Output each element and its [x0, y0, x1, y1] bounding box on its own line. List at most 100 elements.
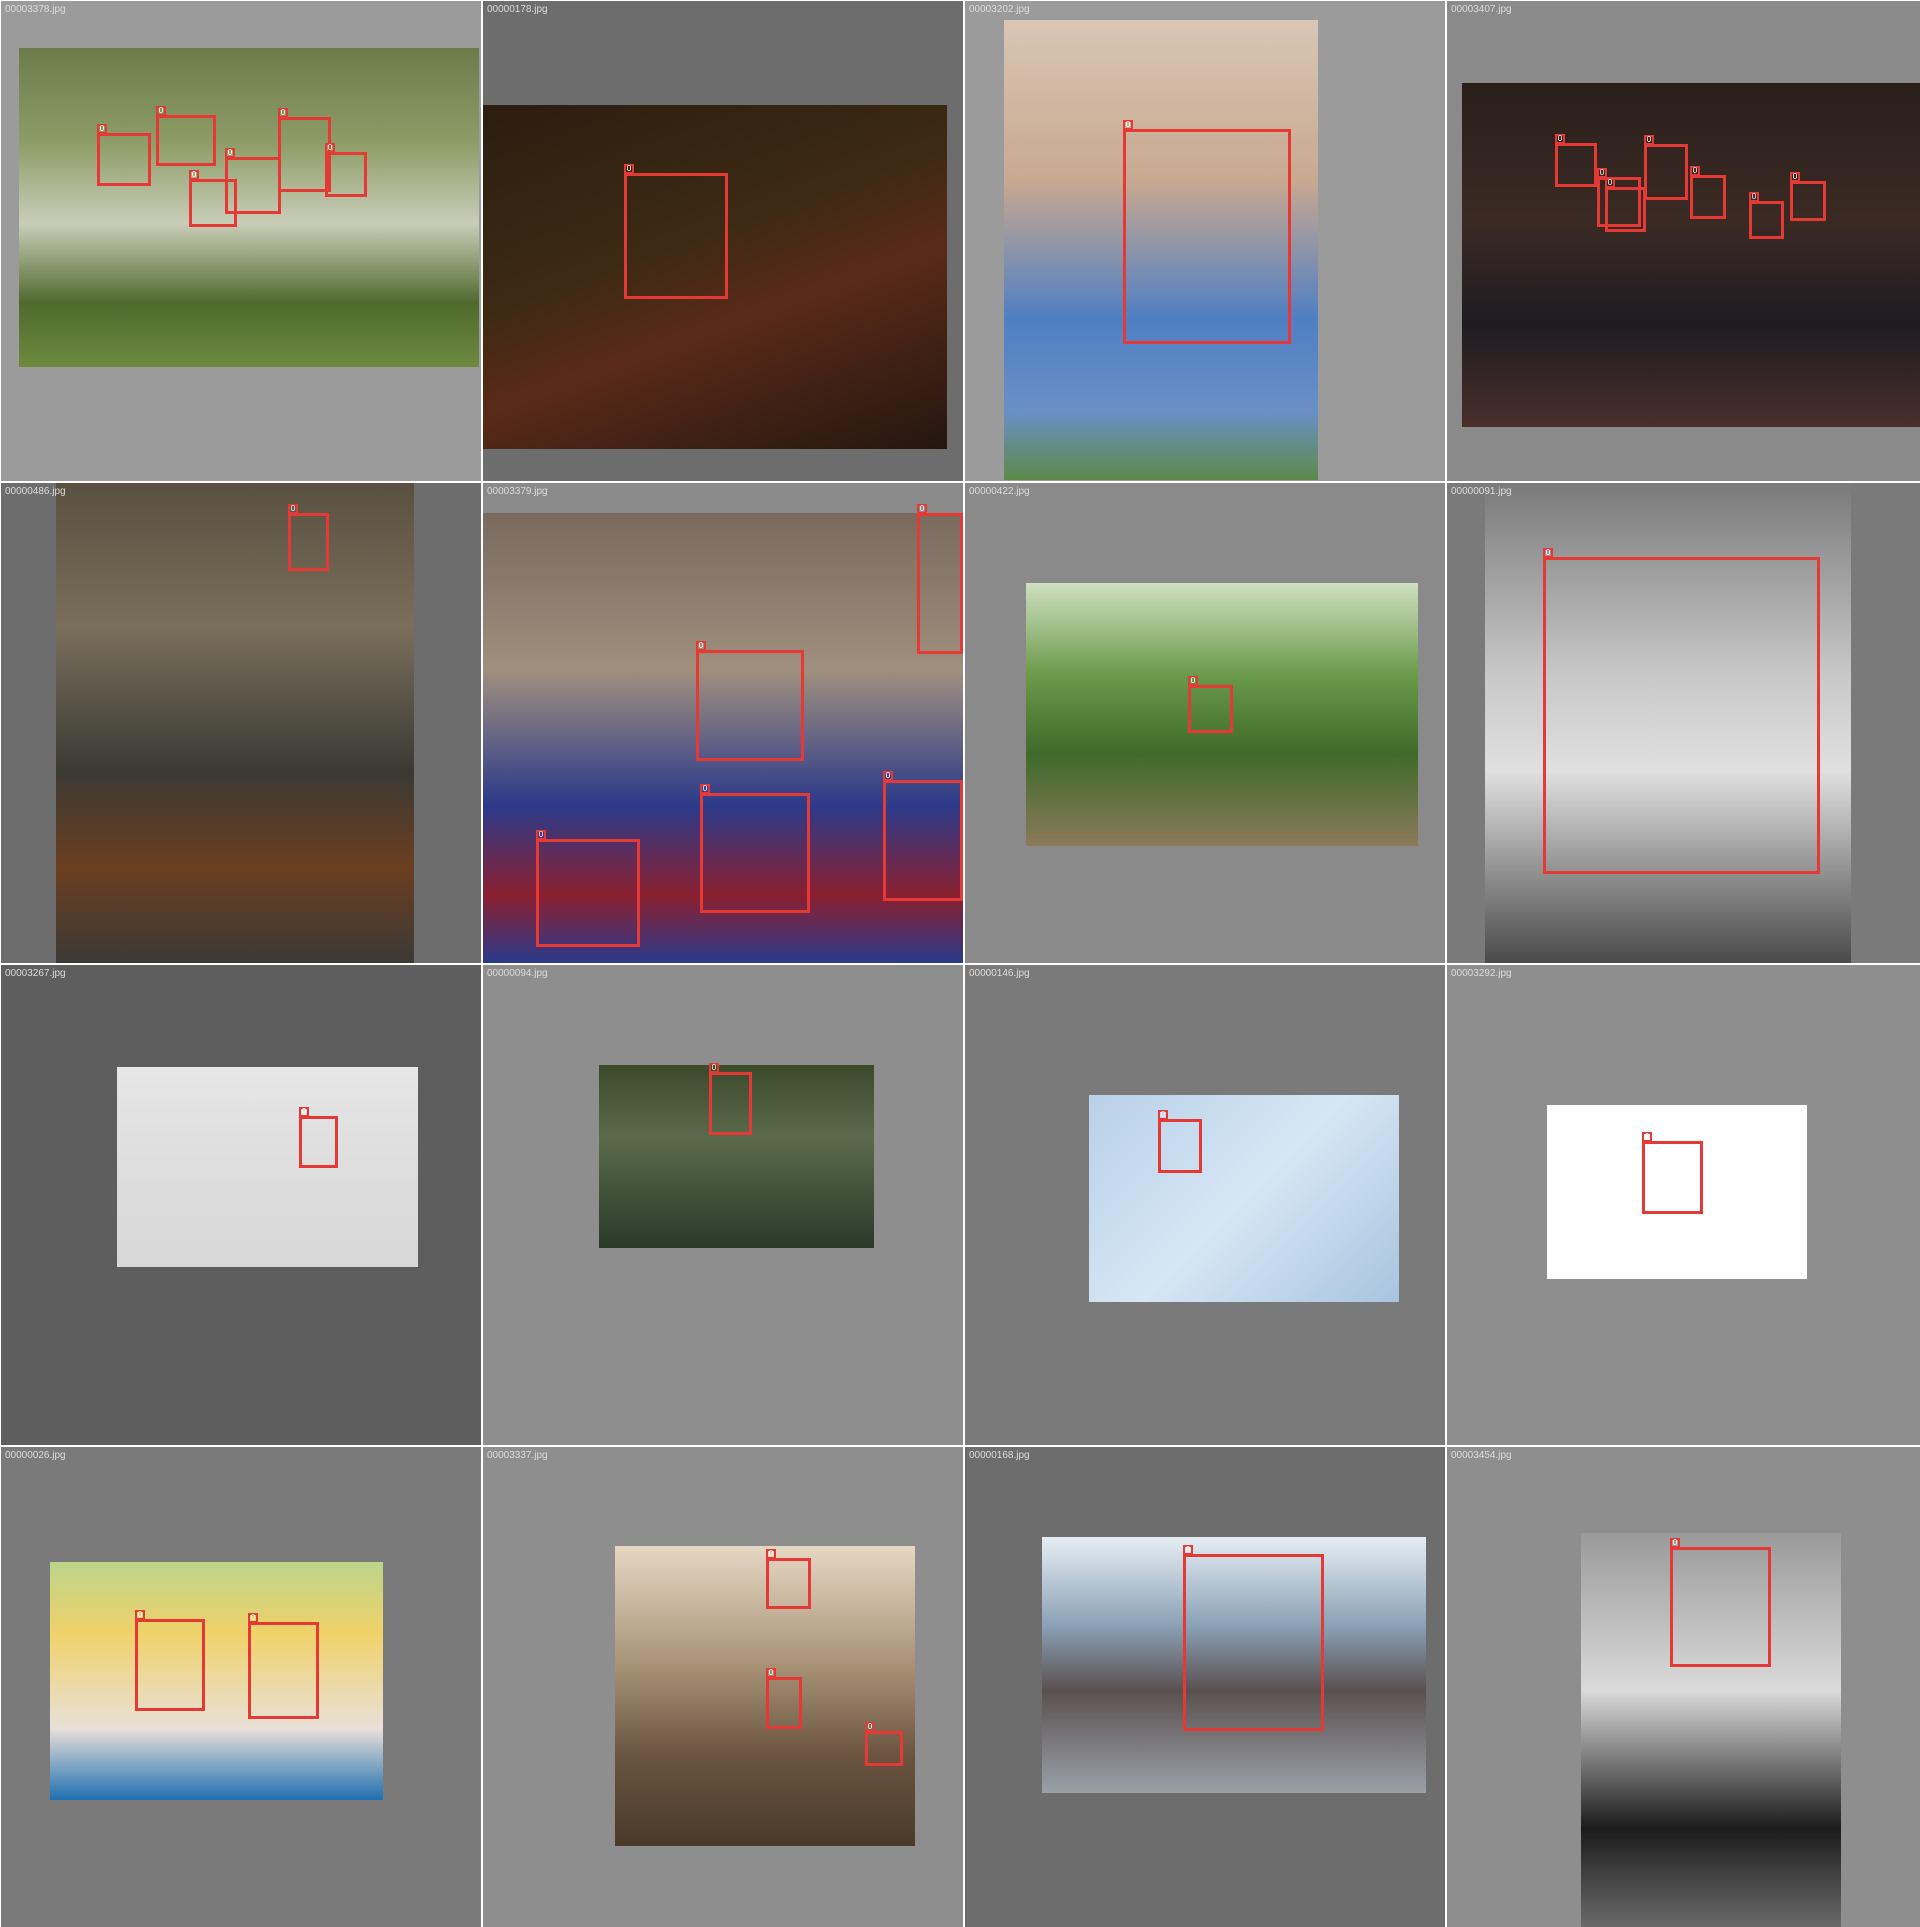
image-tile[interactable]: 0 00003292.jpg — [1447, 965, 1920, 1445]
box-class-label: 0 — [1790, 172, 1800, 182]
image-tile[interactable]: 0 0 0 00003337.jpg — [483, 1447, 963, 1927]
box-class-label: 0 — [700, 784, 710, 794]
face-bounding-box: 0 — [248, 1613, 319, 1719]
face-bounding-box: 0 — [536, 830, 640, 947]
image-tile[interactable]: 0 00003454.jpg — [1447, 1447, 1920, 1927]
face-bounding-box: 0 — [1158, 1110, 1202, 1173]
face-bounding-box: 0 — [1123, 120, 1291, 344]
image-tile[interactable]: 0 0 0 0 0 00003379.jpg — [483, 483, 963, 963]
box-class-label: 0 — [1644, 135, 1654, 145]
box-class-label: 0 — [1690, 166, 1700, 176]
file-name-label: 00000094.jpg — [487, 968, 548, 979]
photo-image — [117, 1067, 418, 1267]
image-tile[interactable]: 0 0 0 0 0 0 0 00003407.jpg — [1447, 1, 1920, 481]
box-class-label: 0 — [917, 504, 927, 514]
box-class-label: 0 — [1605, 178, 1615, 188]
box-class-label: 0 — [299, 1107, 309, 1117]
file-name-label: 00000422.jpg — [969, 486, 1030, 497]
box-class-label: 0 — [709, 1063, 719, 1073]
photo-image — [1089, 1095, 1399, 1302]
face-bounding-box: 0 — [700, 784, 810, 913]
face-bounding-box: 0 — [1749, 192, 1784, 239]
box-class-label: 0 — [1670, 1538, 1680, 1548]
box-class-label: 0 — [536, 830, 546, 840]
face-bounding-box: 0 — [288, 504, 329, 571]
face-bounding-box: 0 — [1642, 1132, 1703, 1214]
box-class-label: 0 — [1642, 1132, 1652, 1142]
image-grid: 0 0 0 0 0 0 00003378.jpg 0 00000178.jpg 0 00003202… — [0, 0, 1920, 1927]
image-tile[interactable]: 0 00000178.jpg — [483, 1, 963, 481]
image-tile[interactable]: 0 00000091.jpg — [1447, 483, 1920, 963]
face-bounding-box: 0 — [278, 108, 331, 192]
file-name-label: 00003378.jpg — [5, 4, 66, 15]
image-tile[interactable]: 0 00000168.jpg — [965, 1447, 1445, 1927]
face-bounding-box: 0 — [189, 170, 237, 227]
face-bounding-box: 0 — [135, 1610, 205, 1711]
box-class-label: 0 — [156, 106, 166, 116]
file-name-label: 00000026.jpg — [5, 1450, 66, 1461]
file-name-label: 00003454.jpg — [1451, 1450, 1512, 1461]
face-bounding-box: 0 — [1188, 676, 1233, 733]
face-bounding-box: 0 — [1790, 172, 1826, 221]
box-class-label: 0 — [766, 1549, 776, 1559]
box-class-label: 0 — [97, 124, 107, 134]
face-bounding-box: 0 — [1644, 135, 1688, 200]
file-name-label: 00003337.jpg — [487, 1450, 548, 1461]
box-class-label: 0 — [278, 108, 288, 118]
photo-image — [615, 1546, 915, 1846]
box-class-label: 0 — [1158, 1110, 1168, 1120]
face-bounding-box: 0 — [1670, 1538, 1771, 1667]
image-tile[interactable]: 0 00000146.jpg — [965, 965, 1445, 1445]
box-class-label: 0 — [225, 148, 235, 158]
box-class-label: 0 — [135, 1610, 145, 1620]
box-class-label: 0 — [1543, 548, 1553, 558]
box-class-label: 0 — [1597, 168, 1607, 178]
image-tile[interactable]: 0 00000094.jpg — [483, 965, 963, 1445]
image-tile[interactable]: 0 00003267.jpg — [1, 965, 481, 1445]
file-name-label: 00000178.jpg — [487, 4, 548, 15]
file-name-label: 00003267.jpg — [5, 968, 66, 979]
file-name-label: 00003407.jpg — [1451, 4, 1512, 15]
face-bounding-box: 0 — [1605, 178, 1646, 232]
box-class-label: 0 — [865, 1722, 875, 1732]
image-tile[interactable]: 0 0 0 0 0 0 00003378.jpg — [1, 1, 481, 481]
file-name-label: 00003202.jpg — [969, 4, 1030, 15]
file-name-label: 00003292.jpg — [1451, 968, 1512, 979]
file-name-label: 00000146.jpg — [969, 968, 1030, 979]
box-class-label: 0 — [696, 641, 706, 651]
face-bounding-box: 0 — [156, 106, 216, 166]
face-bounding-box: 0 — [325, 143, 367, 197]
photo-image — [1462, 83, 1920, 427]
box-class-label: 0 — [1555, 134, 1565, 144]
box-class-label: 0 — [1123, 120, 1133, 130]
face-bounding-box: 0 — [1543, 548, 1820, 874]
file-name-label: 00003379.jpg — [487, 486, 548, 497]
face-bounding-box: 0 — [917, 504, 963, 654]
box-class-label: 0 — [1183, 1545, 1193, 1555]
face-bounding-box: 0 — [1555, 134, 1597, 187]
face-bounding-box: 0 — [766, 1549, 811, 1609]
file-name-label: 00000168.jpg — [969, 1450, 1030, 1461]
photo-image — [56, 483, 414, 963]
face-bounding-box: 0 — [97, 124, 151, 186]
face-bounding-box: 0 — [1183, 1545, 1324, 1731]
image-tile[interactable]: 0 0 00000026.jpg — [1, 1447, 481, 1927]
face-bounding-box: 0 — [624, 164, 728, 299]
face-bounding-box: 0 — [299, 1107, 338, 1168]
box-class-label: 0 — [624, 164, 634, 174]
file-name-label: 00000091.jpg — [1451, 486, 1512, 497]
file-name-label: 00000486.jpg — [5, 486, 66, 497]
image-tile[interactable]: 0 00003202.jpg — [965, 1, 1445, 481]
box-class-label: 0 — [288, 504, 298, 514]
face-bounding-box: 0 — [709, 1063, 752, 1135]
face-bounding-box: 0 — [883, 771, 963, 901]
box-class-label: 0 — [1188, 676, 1198, 686]
box-class-label: 0 — [325, 143, 335, 153]
face-bounding-box: 0 — [696, 641, 804, 761]
box-class-label: 0 — [1749, 192, 1759, 202]
photo-image — [50, 1562, 383, 1800]
image-tile[interactable]: 0 00000422.jpg — [965, 483, 1445, 963]
image-tile[interactable]: 0 00000486.jpg — [1, 483, 481, 963]
face-bounding-box: 0 — [1690, 166, 1726, 219]
box-class-label: 0 — [189, 170, 199, 180]
